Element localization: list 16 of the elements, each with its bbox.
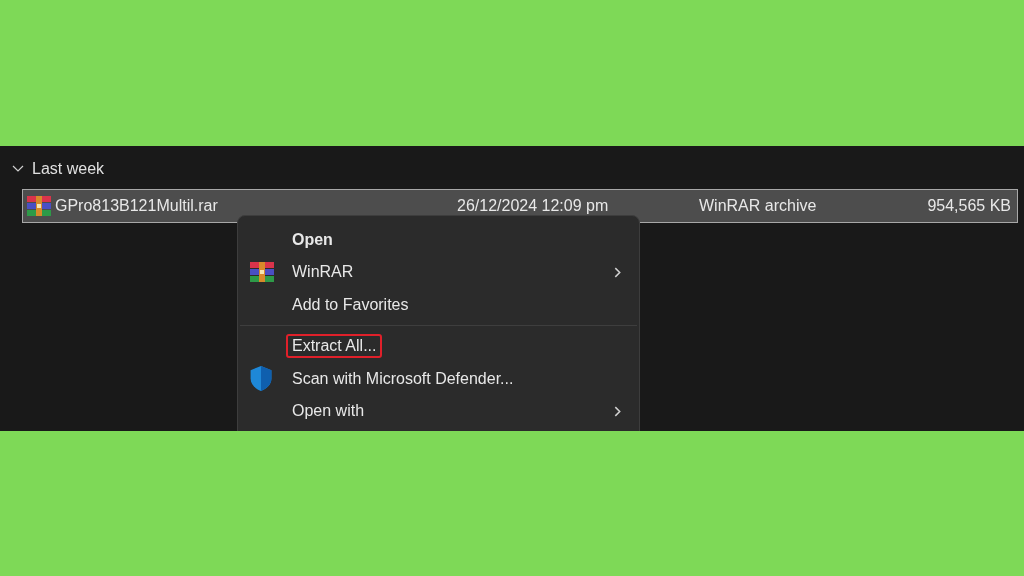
file-size: 954,565 KB [926,196,1011,215]
chevron-icon[interactable] [12,164,24,173]
menu-item[interactable]: Scan with Microsoft Defender... [286,366,520,391]
menu-item[interactable]: Add to Favorites [286,292,415,317]
file-date: 26/12/2024 12:09 pm [457,196,610,215]
shield-icon [250,366,272,392]
archive-icon [250,262,274,283]
file-row[interactable]: GPro813B121Multil.rar 26/12/2024 12:09 pm WinRAR archive 954,565 KB [22,188,1018,223]
archive-icon [27,195,51,216]
menu-item[interactable]: Extract All... [286,334,383,359]
file-name: GPro813B121Multil.rar [55,196,219,215]
menu-item[interactable]: WinRAR [286,260,360,285]
menu-item[interactable]: Open [286,227,339,252]
menu-item[interactable]: Open with [286,399,371,424]
group-header[interactable]: Last week [32,159,105,178]
file-type: WinRAR archive [699,196,818,215]
